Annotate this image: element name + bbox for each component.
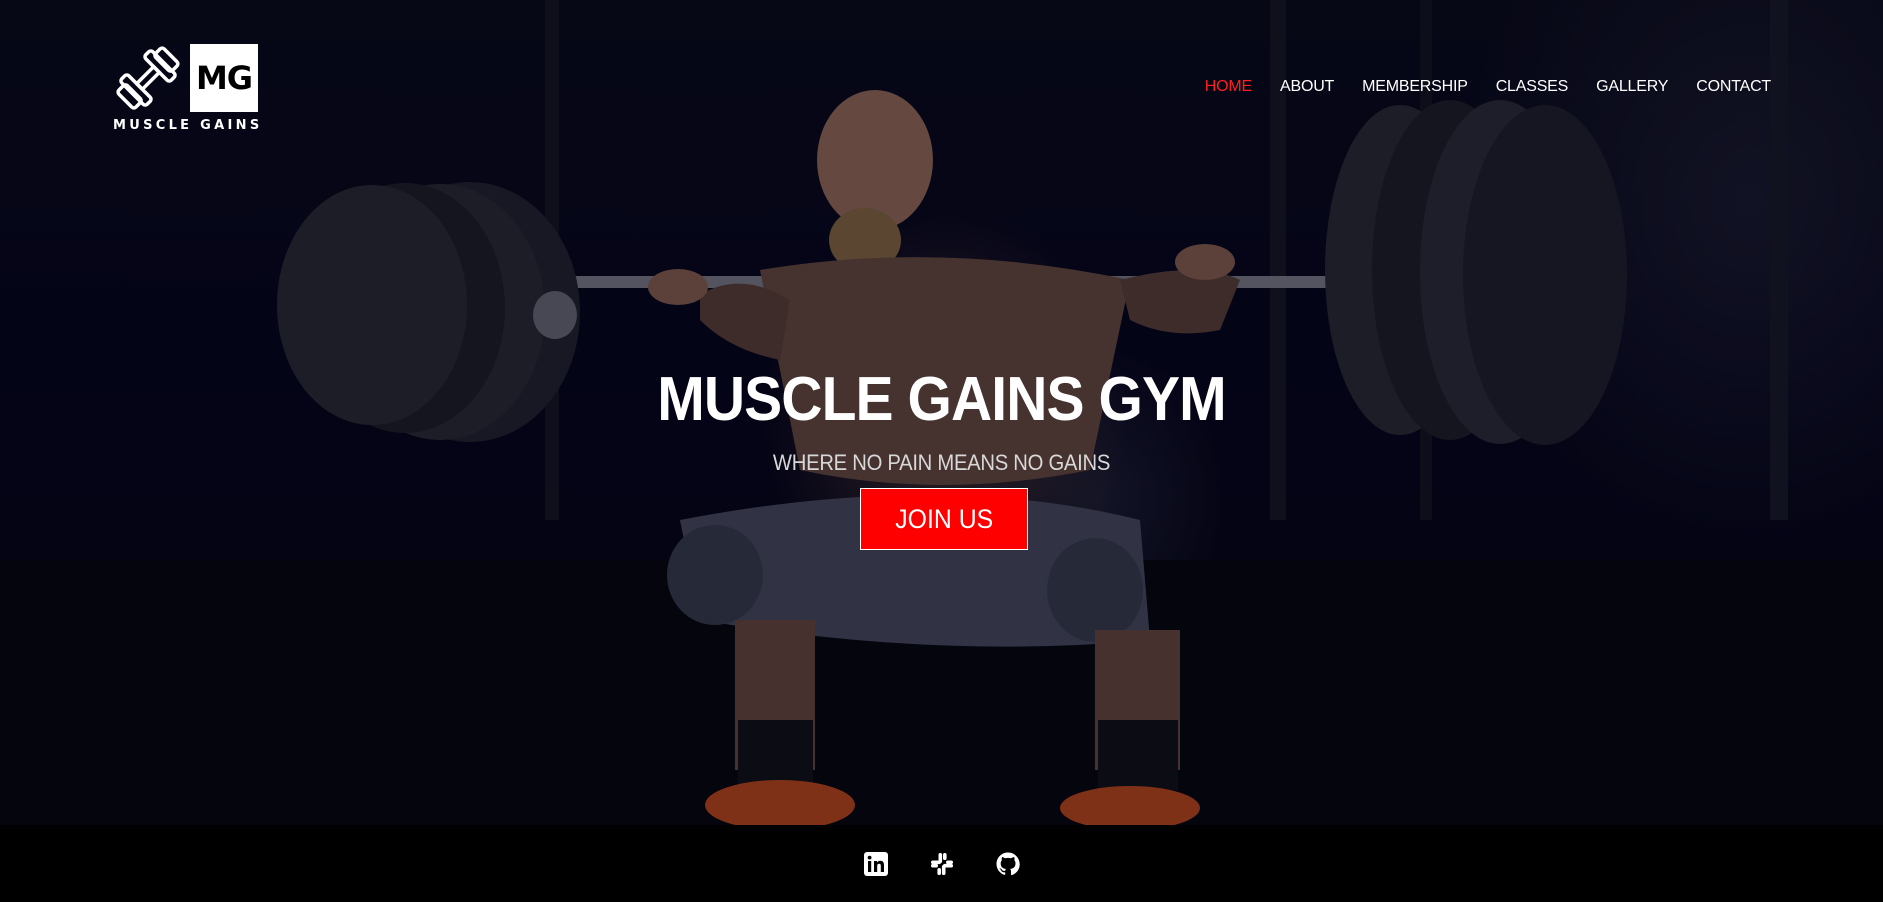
github-icon xyxy=(996,852,1020,875)
linkedin-icon xyxy=(863,851,888,876)
linkedin-link[interactable] xyxy=(863,851,889,877)
logo-initials: MG xyxy=(195,59,253,97)
main-nav: HOME ABOUT MEMBERSHIP CLASSES GALLERY CO… xyxy=(1177,78,1771,96)
nav-item-home[interactable]: HOME xyxy=(1205,78,1252,96)
nav-item-about[interactable]: ABOUT xyxy=(1280,78,1334,96)
nav-item-membership[interactable]: MEMBERSHIP xyxy=(1362,78,1468,96)
github-link[interactable] xyxy=(995,851,1021,877)
slack-link[interactable] xyxy=(929,851,955,877)
nav-item-contact[interactable]: CONTACT xyxy=(1696,78,1771,96)
hero-subtitle: WHERE NO PAIN MEANS NO GAINS xyxy=(772,450,1111,475)
logo-wordmark: MUSCLE GAINS xyxy=(113,118,263,133)
join-us-button-label: JOIN US xyxy=(894,503,993,534)
nav-item-gallery[interactable]: GALLERY xyxy=(1596,78,1668,96)
brand-logo[interactable]: MG MUSCLE GAINS xyxy=(112,44,263,133)
logo-initials-box: MG xyxy=(190,44,258,112)
nav-item-classes[interactable]: CLASSES xyxy=(1496,78,1569,96)
footer xyxy=(0,825,1883,902)
slack-icon xyxy=(930,852,953,875)
hero-title: MUSCLE GAINS GYM xyxy=(657,365,1226,434)
join-us-button[interactable]: JOIN US xyxy=(860,488,1028,550)
dumbbell-icon xyxy=(116,46,180,110)
hero-section: MG MUSCLE GAINS HOME ABOUT MEMBERSHIP CL… xyxy=(0,0,1883,825)
